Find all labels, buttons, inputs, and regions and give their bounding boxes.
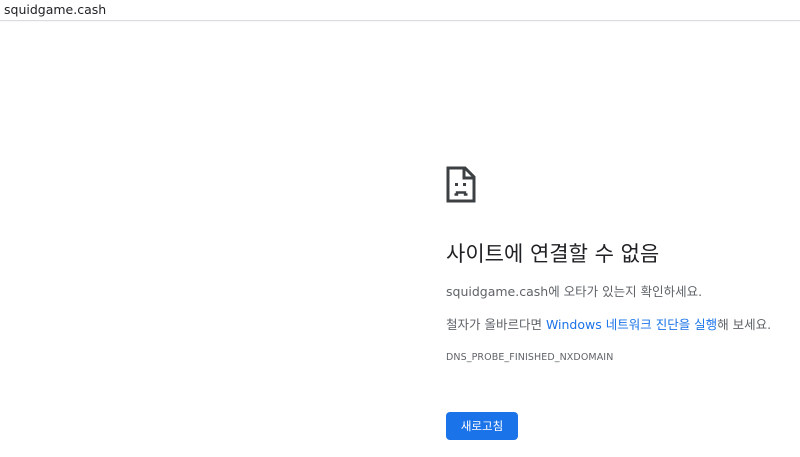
domain-name: squidgame.cash xyxy=(446,284,549,299)
diagnostics-prefix: 철자가 올바르다면 xyxy=(446,317,546,332)
diagnostics-suffix: 해 보세요. xyxy=(717,317,772,332)
address-bar[interactable]: squidgame.cash xyxy=(0,0,800,21)
typo-hint: squidgame.cash에 오타가 있는지 확인하세요. xyxy=(446,283,702,301)
address-url[interactable]: squidgame.cash xyxy=(4,2,106,17)
reload-button[interactable]: 새로고침 xyxy=(446,412,518,440)
sad-page-icon xyxy=(446,166,476,203)
error-code: DNS_PROBE_FINISHED_NXDOMAIN xyxy=(446,352,614,363)
run-diagnostics-link[interactable]: Windows 네트워크 진단을 실행 xyxy=(546,317,717,332)
typo-hint-text: 에 오타가 있는지 확인하세요. xyxy=(548,284,703,299)
page-title: 사이트에 연결할 수 없음 xyxy=(446,242,660,266)
diagnostics-hint: 철자가 올바르다면 Windows 네트워크 진단을 실행해 보세요. xyxy=(446,316,771,334)
